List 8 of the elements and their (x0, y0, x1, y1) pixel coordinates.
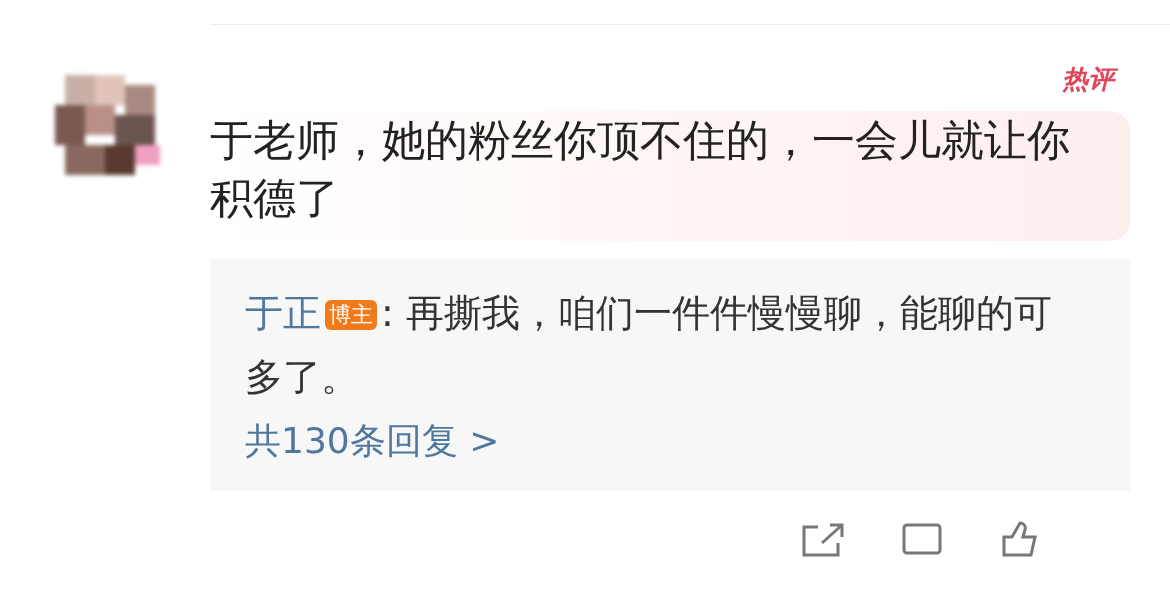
author-badge: 博主 (325, 300, 377, 330)
comment-icon[interactable] (900, 521, 944, 557)
author-link[interactable]: 于正 (245, 291, 321, 335)
share-icon[interactable] (800, 521, 844, 557)
more-replies-link[interactable]: 共130条回复 > (245, 417, 1075, 465)
reply-text: 于正 博主 : 再撕我，咱们一件件慢慢聊，能聊的可多了。 (245, 290, 1053, 401)
comment-text: 于老师，她的粉丝你顶不住的，一会儿就让你积德了 (210, 114, 1071, 225)
like-icon[interactable] (1000, 521, 1040, 557)
